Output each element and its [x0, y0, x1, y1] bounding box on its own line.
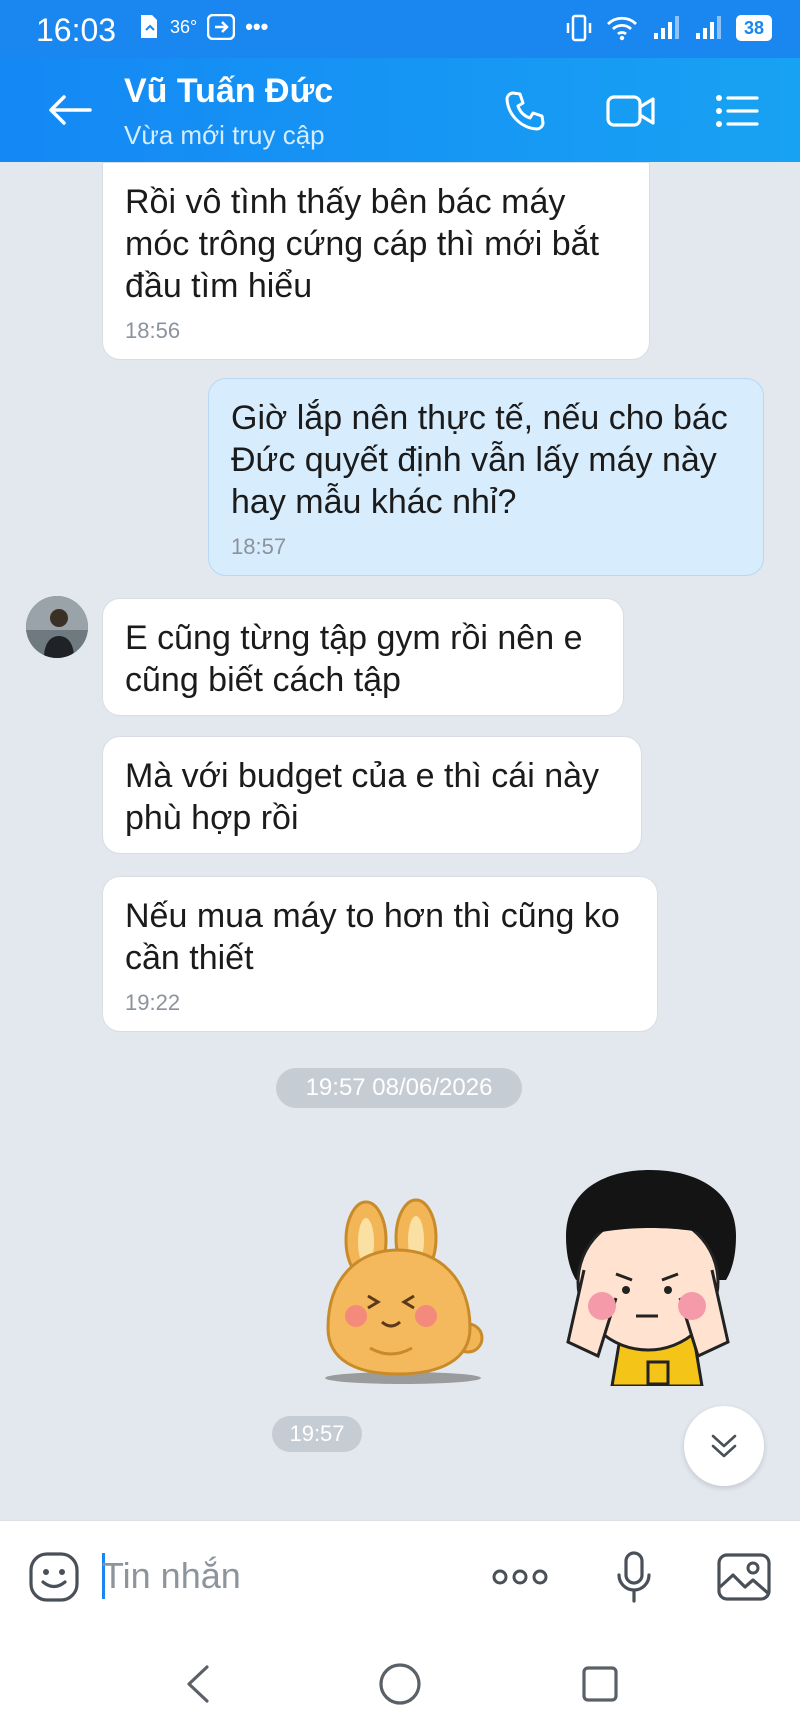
- message-line: Rồi vô tình thấy bên bác máy: [125, 183, 566, 221]
- girl-icon: [566, 1170, 736, 1388]
- message-bubble-sent[interactable]: Giờ lắp nên thực tế, nếu cho bác Đức quy…: [208, 378, 764, 576]
- nav-back-button[interactable]: [168, 1654, 228, 1714]
- message-line: móc trông cứng cáp thì mới bắt: [125, 225, 600, 263]
- message-list[interactable]: Rồi vô tình thấy bên bác máy móc trông c…: [0, 162, 800, 1520]
- message-time: 18:56: [125, 318, 181, 343]
- girl-sticker[interactable]: [556, 1166, 756, 1391]
- message-bubble-received[interactable]: E cũng từng tập gym rồi nên e cũng biết …: [102, 598, 624, 716]
- message-line: đầu tìm hiểu: [125, 267, 313, 305]
- nav-home-button[interactable]: [370, 1654, 430, 1714]
- battery-level: 38: [735, 15, 772, 41]
- emoji-icon: [29, 1552, 79, 1602]
- scroll-to-bottom-button[interactable]: [684, 1406, 764, 1486]
- message-line: cũng biết cách tập: [125, 661, 401, 699]
- call-button[interactable]: [498, 86, 552, 136]
- message-time: 18:57: [231, 534, 287, 559]
- system-navigation-bar: [0, 1630, 800, 1734]
- voice-message-button[interactable]: [604, 1547, 664, 1607]
- arrow-left-icon: [49, 95, 92, 125]
- message-line: E cũng từng tập gym rồi nên e: [125, 619, 583, 657]
- vibrate-icon: [566, 14, 592, 42]
- status-bar: 16:03 36° ••• 38: [0, 0, 800, 58]
- emoji-button[interactable]: [24, 1547, 84, 1607]
- bunny-sticker[interactable]: [308, 1198, 498, 1393]
- status-left-icons: 36° •••: [138, 14, 268, 40]
- wifi-icon: [606, 16, 637, 41]
- menu-button[interactable]: [710, 86, 764, 136]
- avatar[interactable]: [26, 596, 88, 658]
- bunny-icon: [325, 1198, 484, 1384]
- message-input[interactable]: [102, 1551, 462, 1601]
- video-call-button[interactable]: [604, 86, 658, 136]
- file-transfer-icon: [141, 15, 157, 38]
- message-composer: [0, 1520, 800, 1630]
- message-bubble-received[interactable]: Mà với budget của e thì cái này phù hợp …: [102, 736, 642, 854]
- message-line: hay mẫu khác nhỉ?: [231, 483, 517, 521]
- message-bubble-received[interactable]: Rồi vô tình thấy bên bác máy móc trông c…: [102, 162, 650, 360]
- date-separator: 19:57 08/06/2026: [276, 1068, 522, 1108]
- chat-header: Vũ Tuấn Đức Vừa mới truy cập: [0, 58, 800, 162]
- message-bubble-received[interactable]: Nếu mua máy to hơn thì cũng ko cần thiết…: [102, 876, 658, 1032]
- message-line: Đức quyết định vẫn lấy máy này: [231, 441, 717, 479]
- nav-recents-icon: [582, 1666, 618, 1702]
- status-right-icons: 38: [566, 14, 772, 42]
- message-line: Giờ lắp nên thực tế, nếu cho bác: [231, 399, 728, 437]
- more-notifications: •••: [245, 14, 269, 39]
- sticker-time: 19:57: [272, 1416, 362, 1452]
- send-image-button[interactable]: [714, 1547, 774, 1607]
- message-line: phù hợp rồi: [125, 799, 299, 837]
- avatar-image: [26, 596, 88, 658]
- temperature-text: 36°: [170, 16, 198, 37]
- status-time: 16:03: [36, 12, 117, 48]
- microphone-icon: [617, 1551, 651, 1603]
- contact-name[interactable]: Vũ Tuấn Đức: [124, 72, 333, 111]
- message-line: Mà với budget của e thì cái này: [125, 757, 600, 795]
- chevron-double-down-icon: [711, 1434, 737, 1458]
- image-icon: [717, 1553, 771, 1601]
- nav-recents-button[interactable]: [570, 1654, 630, 1714]
- nav-home-icon: [379, 1663, 421, 1705]
- phone-icon: [505, 91, 545, 131]
- contact-status: Vừa mới truy cập: [124, 120, 325, 150]
- message-line: Nếu mua máy to hơn thì cũng ko: [125, 897, 620, 935]
- video-camera-icon: [606, 95, 655, 127]
- nav-back-icon: [187, 1665, 209, 1703]
- signal-icon: [653, 16, 679, 39]
- more-options-button[interactable]: [490, 1547, 550, 1607]
- message-time: 19:22: [125, 990, 181, 1015]
- more-dots-icon: [492, 1569, 548, 1585]
- list-icon: [716, 95, 759, 127]
- message-line: cần thiết: [125, 939, 254, 977]
- back-button[interactable]: [40, 84, 100, 136]
- signal-icon-2: [695, 16, 721, 39]
- cast-icon: [207, 14, 236, 40]
